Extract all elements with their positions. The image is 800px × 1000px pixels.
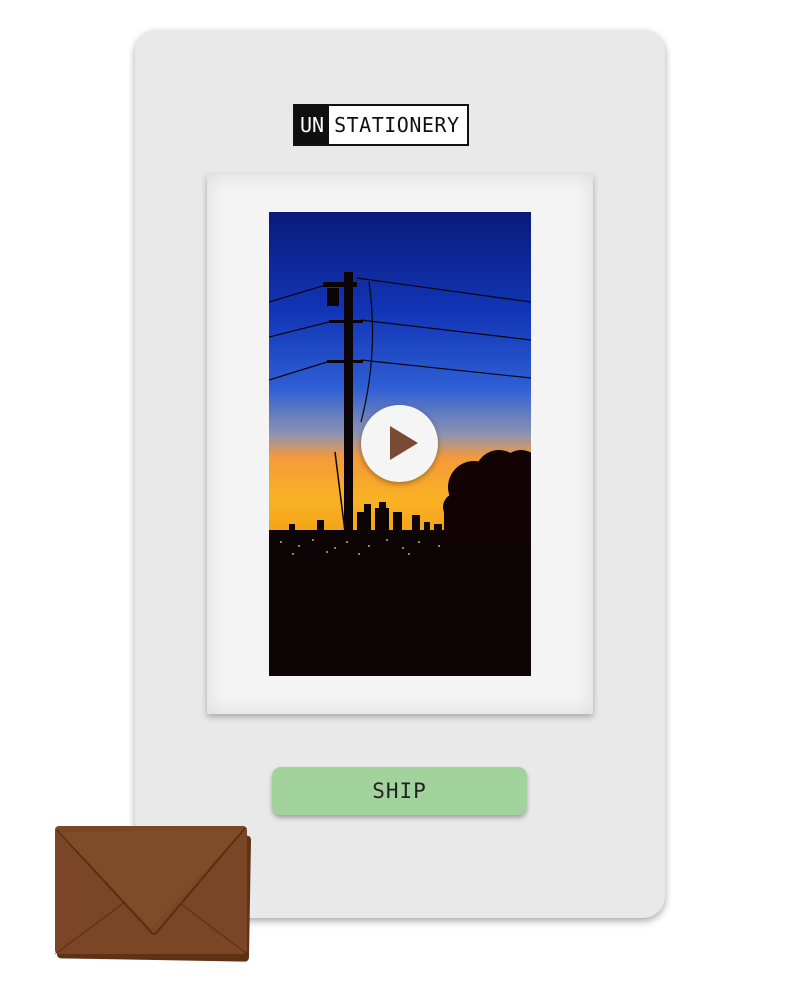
- ship-button[interactable]: SHIP: [272, 767, 527, 815]
- play-button[interactable]: [361, 405, 438, 482]
- brand-logo-prefix: UN: [295, 106, 330, 144]
- envelope-icon: [54, 820, 253, 962]
- play-icon: [390, 426, 418, 460]
- brand-logo-name: STATIONERY: [334, 113, 460, 137]
- brand-logo: UN STATIONERY: [293, 104, 469, 146]
